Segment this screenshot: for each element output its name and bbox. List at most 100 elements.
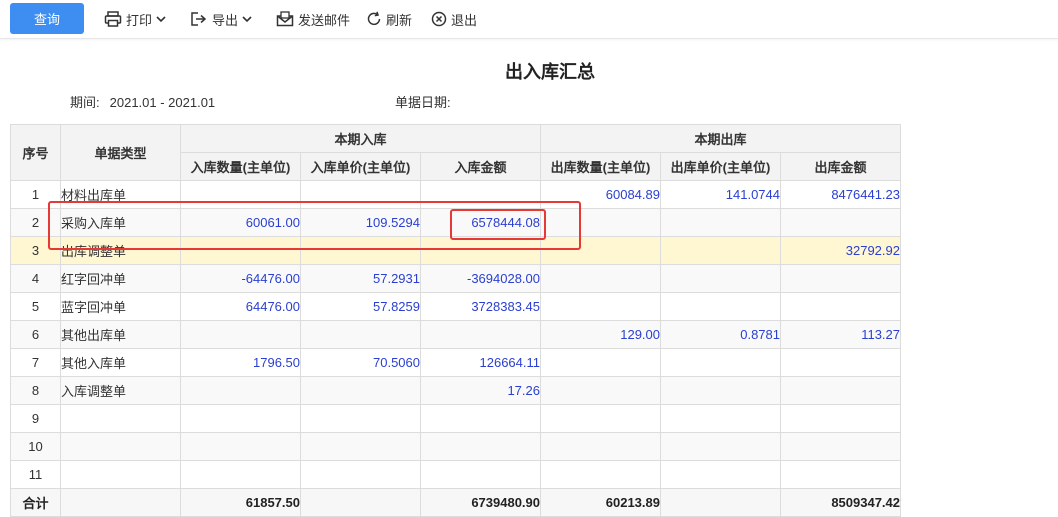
table-row[interactable]: 6 其他出库单 129.00 0.8781 113.27 (10, 320, 901, 349)
cell-type: 入库调整单 (60, 376, 181, 405)
cell-out-qty (540, 208, 661, 237)
cell-in-amount[interactable]: 3728383.45 (420, 292, 541, 321)
cell-in-amount (420, 180, 541, 209)
cell-index: 8 (10, 376, 61, 405)
cell-out-price (660, 208, 781, 237)
cell-out-price (660, 236, 781, 265)
total-out-amount: 8509347.42 (780, 488, 901, 517)
total-type-empty (60, 488, 181, 517)
cell-in-price[interactable]: 57.2931 (300, 264, 421, 293)
total-row: 合计 61857.50 6739480.90 60213.89 8509347.42 (10, 488, 901, 517)
cell-in-qty (180, 320, 301, 349)
cell-out-qty (540, 460, 661, 489)
header-index: 序号 (10, 124, 61, 181)
cell-type (60, 432, 181, 461)
export-icon (190, 11, 208, 27)
date-field: 单据日期: (395, 92, 451, 111)
cell-in-qty[interactable]: 1796.50 (180, 348, 301, 377)
summary-table: 序号 单据类型 本期入库 本期出库 入库数量(主单位) 入库单价(主单位) 入库… (10, 124, 901, 517)
cell-out-price (660, 348, 781, 377)
cell-out-amount (780, 264, 901, 293)
total-in-amount: 6739480.90 (420, 488, 541, 517)
cell-type (60, 460, 181, 489)
query-button[interactable]: 查询 (10, 3, 84, 34)
cell-out-price[interactable]: 0.8781 (660, 320, 781, 349)
cell-out-qty[interactable]: 60084.89 (540, 180, 661, 209)
table-row[interactable]: 11 (10, 460, 901, 489)
export-button[interactable]: 导出 (190, 0, 252, 38)
cell-in-qty (180, 180, 301, 209)
cell-in-amount (420, 404, 541, 433)
cell-type (60, 404, 181, 433)
cell-in-price (300, 236, 421, 265)
table-body: 1 材料出库单 60084.89 141.0744 8476441.23 2 采购入库单 60… (10, 180, 901, 517)
cell-out-qty (540, 264, 661, 293)
cell-in-amount[interactable]: -3694028.00 (420, 264, 541, 293)
toolbar: 查询 打印 导出 发送邮件 刷新 退出 (0, 0, 1058, 39)
period-field: 期间: 2021.01 - 2021.01 (70, 92, 215, 111)
refresh-label: 刷新 (386, 12, 413, 28)
table-row[interactable]: 10 (10, 432, 901, 461)
cell-in-price (300, 404, 421, 433)
send-email-button[interactable]: 发送邮件 (276, 0, 350, 38)
header-out-group: 本期出库 (540, 124, 901, 153)
cell-out-amount (780, 404, 901, 433)
cell-out-amount[interactable]: 32792.92 (780, 236, 901, 265)
cell-in-qty[interactable]: 64476.00 (180, 292, 301, 321)
table-row[interactable]: 7 其他入库单 1796.50 70.5060 126664.11 (10, 348, 901, 377)
cell-in-qty[interactable]: 60061.00 (180, 208, 301, 237)
cell-in-price[interactable]: 57.8259 (300, 292, 421, 321)
table-row[interactable]: 1 材料出库单 60084.89 141.0744 8476441.23 (10, 180, 901, 209)
cell-type: 材料出库单 (60, 180, 181, 209)
cell-in-price[interactable]: 109.5294 (300, 208, 421, 237)
cell-in-amount[interactable]: 126664.11 (420, 348, 541, 377)
cell-out-amount (780, 292, 901, 321)
print-label: 打印 (126, 12, 153, 28)
cell-in-qty (180, 376, 301, 405)
refresh-button[interactable]: 刷新 (366, 0, 412, 38)
header-type: 单据类型 (60, 124, 181, 181)
total-label: 合计 (10, 488, 61, 517)
cell-out-amount (780, 208, 901, 237)
cell-in-amount (420, 320, 541, 349)
cell-index: 3 (10, 236, 61, 265)
cell-out-amount (780, 460, 901, 489)
cell-in-price (300, 180, 421, 209)
cell-type: 红字回冲单 (60, 264, 181, 293)
cell-out-amount (780, 348, 901, 377)
cell-out-amount[interactable]: 8476441.23 (780, 180, 901, 209)
header-out-qty: 出库数量(主单位) (540, 152, 661, 181)
cell-in-amount[interactable]: 6578444.08 (420, 208, 541, 237)
cell-out-amount[interactable]: 113.27 (780, 320, 901, 349)
exit-label: 退出 (451, 12, 478, 28)
cell-out-amount (780, 376, 901, 405)
cell-out-price (660, 460, 781, 489)
header-in-qty: 入库数量(主单位) (180, 152, 301, 181)
cell-type: 其他出库单 (60, 320, 181, 349)
printer-icon (104, 11, 122, 27)
header-in-group: 本期入库 (180, 124, 541, 153)
export-label: 导出 (212, 12, 239, 28)
table-row[interactable]: 9 (10, 404, 901, 433)
cell-out-price[interactable]: 141.0744 (660, 180, 781, 209)
cell-index: 4 (10, 264, 61, 293)
send-email-label: 发送邮件 (298, 12, 351, 28)
table-row[interactable]: 3 出库调整单 32792.92 (10, 236, 901, 265)
header-in-price: 入库单价(主单位) (300, 152, 421, 181)
refresh-icon (366, 11, 382, 27)
cell-out-amount (780, 432, 901, 461)
print-button[interactable]: 打印 (104, 0, 166, 38)
cell-index: 10 (10, 432, 61, 461)
cell-in-qty (180, 236, 301, 265)
table-row[interactable]: 5 蓝字回冲单 64476.00 57.8259 3728383.45 (10, 292, 901, 321)
cell-in-price[interactable]: 70.5060 (300, 348, 421, 377)
exit-button[interactable]: 退出 (431, 0, 477, 38)
cell-in-qty (180, 404, 301, 433)
table-row[interactable]: 4 红字回冲单 -64476.00 57.2931 -3694028.00 (10, 264, 901, 293)
cell-in-qty[interactable]: -64476.00 (180, 264, 301, 293)
cell-out-qty[interactable]: 129.00 (540, 320, 661, 349)
cell-in-amount[interactable]: 17.26 (420, 376, 541, 405)
table-row[interactable]: 8 入库调整单 17.26 (10, 376, 901, 405)
table-row[interactable]: 2 采购入库单 60061.00 109.5294 6578444.08 (10, 208, 901, 237)
cell-index: 6 (10, 320, 61, 349)
